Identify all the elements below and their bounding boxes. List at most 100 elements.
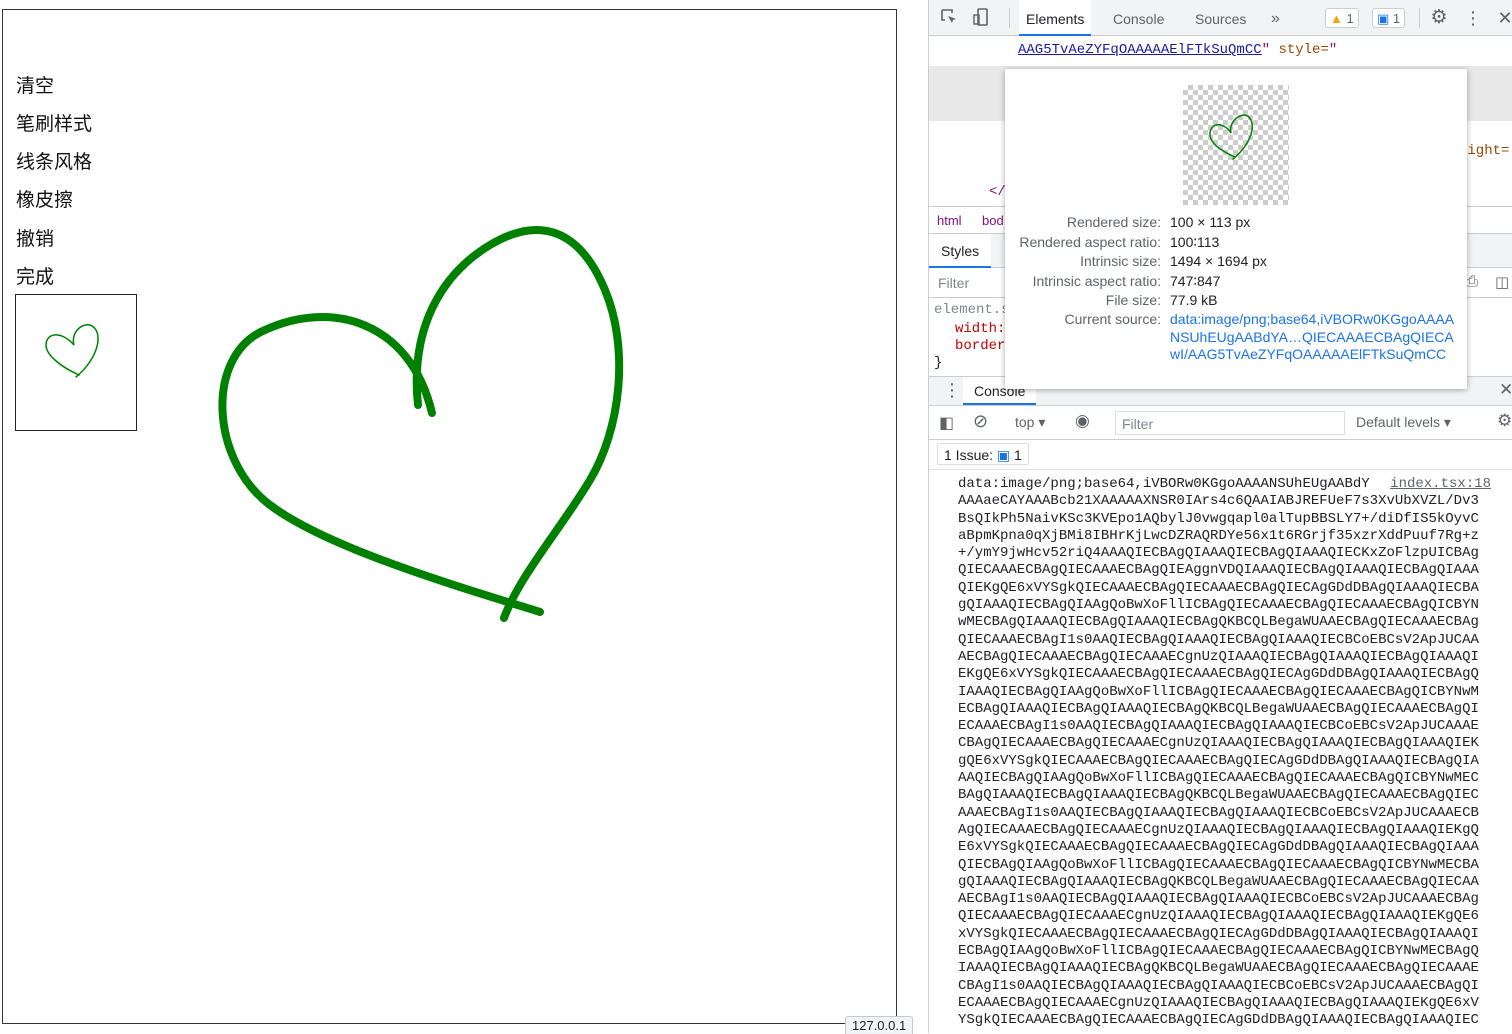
log-line: YSgkQIECAAAECBAgQIECAAAECBAgQIECAgGDdDBA… xyxy=(958,1012,1479,1029)
clear-console-icon[interactable]: ⊘ xyxy=(973,411,988,432)
issue-count: 1 xyxy=(1392,11,1401,26)
issues-badge[interactable]: ▣ 1 xyxy=(1372,8,1406,28)
tooltip-source-label: Current source: xyxy=(1064,311,1161,327)
tooltip-row: Rendered aspect ratio: 100∶113 xyxy=(1005,234,1467,254)
log-line: IAAAQIECBAgQIAAAQIECBAgQKBCQLBegaWUAAECB… xyxy=(958,960,1479,977)
elements-attr-style: style= xyxy=(1278,42,1329,58)
warnings-badge[interactable]: ▲ 1 xyxy=(1325,8,1359,28)
tooltip-value: 77.9 kB xyxy=(1170,292,1218,308)
issue-message-icon: ▣ xyxy=(996,447,1011,463)
log-line: gQE6xVYSgkQIECAAAECBAgQIECAAAECBAgQIECAg… xyxy=(958,752,1479,769)
tooltip-label: Intrinsic aspect ratio: xyxy=(1032,272,1161,289)
tooltip-source-link[interactable]: data:image/png;base64,iVBORw0KGgoAAAANSU… xyxy=(1170,311,1460,364)
tooltip-label: Rendered size: xyxy=(1066,214,1161,230)
log-line: QIECBAgQIAAgQoBwXoFllICBAgQIECAAAECBAgQI… xyxy=(958,856,1479,873)
log-line: QIEKgQE6xVYSgkQIECAAAECBAgQIECAAAECBAgQI… xyxy=(958,579,1479,596)
log-line: aBpmKpna0qXjBMi8IBHrKjLwcDZRAQRDYe56x1t6… xyxy=(958,527,1479,544)
log-line: AgQIECAAAECBAgQIECAAAECgnUzQIAAAQIECBAgQ… xyxy=(958,821,1479,838)
tooltip-row: Intrinsic size: 1494 × 1694 px xyxy=(1005,253,1467,273)
context-value: top xyxy=(1015,414,1035,430)
close-icon[interactable]: ✕ xyxy=(1495,8,1512,28)
image-preview-tooltip: Rendered size: 100 × 113 px Rendered aspec… xyxy=(1005,69,1467,389)
log-line: AAAaeCAYAAABcb21XAAAAAXNSR0IArs4c6QAAIAB… xyxy=(958,493,1479,510)
context-select[interactable]: top ▾ xyxy=(1015,414,1045,431)
tooltip-row: Intrinsic aspect ratio: 747∶847 xyxy=(1005,273,1467,293)
tooltip-value: 100 × 113 px xyxy=(1170,214,1251,230)
message-icon: ▣ xyxy=(1377,11,1390,26)
kebab-menu-icon[interactable]: ⋮ xyxy=(1463,8,1483,28)
log-source-link[interactable]: index.tsx:18 xyxy=(1386,476,1491,492)
chevrons-right-icon[interactable]: » xyxy=(1271,0,1280,36)
log-line: AECBAgQIECAAAECBAgQIECAAAECgnUzQIAAAQIEC… xyxy=(958,648,1479,665)
issues-count: 1 xyxy=(1014,447,1022,463)
drawer-close-icon[interactable]: ✕ xyxy=(1499,380,1512,400)
tab-sources[interactable]: Sources xyxy=(1195,0,1246,36)
log-line: CBAgI1s0AAQIECBAgQIAAAQIECBAgQIAAAQIECBC… xyxy=(958,977,1479,994)
log-levels-value: Default levels xyxy=(1356,414,1441,430)
tab-elements[interactable]: Elements xyxy=(1019,0,1092,36)
console-log: data:image/png;base64,iVBORw0KGgoAAAANSU… xyxy=(929,470,1512,1033)
log-line: xVYSgkQIECAAAECBAgQIECAAAECBAgQIECAgGDdD… xyxy=(958,925,1479,942)
issues-row: 1 Issue: ▣ 1 xyxy=(929,440,1512,470)
log-line: QIECAAAECBAgQIECAAAECgnUzQIAAAQIECBAgQIA… xyxy=(958,908,1479,925)
tooltip-label: Intrinsic size: xyxy=(1080,253,1161,269)
log-line: wMECBAgQIAAAQIECBAgQIAAAQIECBAgQKBCQLBeg… xyxy=(958,614,1479,631)
log-line: ECBAgQIAAgQoBwXoFllICBAgQIECAAAECBAgQIEC… xyxy=(958,943,1479,960)
styles-filter-input[interactable]: Filter xyxy=(938,275,969,291)
log-line: E6xVYSgkQIECAAAECBAgQIECAAAECBAgQIECAgGD… xyxy=(958,839,1479,856)
console-toolbar: ◧ ⊘ top ▾ ◉ Filter Default levels ▾ ⚙ xyxy=(929,406,1512,440)
log-line: gQIAAAQIECBAgQIAAgQoBwXoFllICBAgQIECAAAE… xyxy=(958,597,1479,614)
tooltip-row: File size: 77.9 kB xyxy=(1005,292,1467,312)
log-line: CBAgQIECAAAECBAgQIECAAAECgnUzQIAAAQIECBA… xyxy=(958,735,1479,752)
console-settings-icon[interactable]: ⚙ xyxy=(1497,411,1512,431)
console-message: data:image/png;base64,iVBORw0KGgoAAAANSU… xyxy=(958,476,1498,1030)
tooltip-value: 100∶113 xyxy=(1170,233,1220,250)
console-filter-input[interactable]: Filter xyxy=(1115,411,1345,435)
log-line: AECBAgI1s0AAQIECBAgQIAAAQIECBAgQIAAAQIEC… xyxy=(958,891,1479,908)
tooltip-row: Rendered size: 100 × 113 px xyxy=(1005,214,1467,234)
heart-drawing xyxy=(218,226,624,622)
tooltip-label: File size: xyxy=(1105,292,1161,308)
issues-label: 1 Issue: xyxy=(944,447,994,463)
style-close-brace: } xyxy=(934,355,943,371)
log-line: IAAAQIECBAgQIAAgQoBwXoFllICBAgQIECAAAECB… xyxy=(958,683,1479,700)
image-preview xyxy=(1183,85,1289,205)
status-url: 127.0.0.1 xyxy=(845,1016,914,1034)
elements-close-tag: </ xyxy=(989,184,1006,200)
breadcrumb-body[interactable]: bod xyxy=(982,213,1004,228)
gear-icon[interactable]: ⚙ xyxy=(1429,8,1449,28)
page-area: 清空 笔刷样式 线条风格 橡皮擦 撤销 完成 127.0.0.1 xyxy=(0,0,928,1034)
log-line: QIECAAAECBAgI1s0AAQIECBAgQIAAAQIECBAgQIA… xyxy=(958,631,1479,648)
breadcrumb-html[interactable]: html xyxy=(937,213,962,228)
inspect-icon[interactable] xyxy=(939,8,959,28)
tab-styles[interactable]: Styles xyxy=(929,234,992,268)
heart-preview-icon xyxy=(1209,114,1254,160)
elements-src-value[interactable]: AAG5TvAeZYFqOAAAAAElFTkSuQmCC xyxy=(1018,42,1262,58)
log-levels-select[interactable]: Default levels ▾ xyxy=(1356,414,1451,431)
log-line: ECAAAECBAgQIECAAAECgnUzQIAAAQIECBAgQIAAA… xyxy=(958,994,1479,1011)
log-line: +/ymY9jwHcv52riQ4AAAQIECBAgQIAAAQIECBAgQ… xyxy=(958,545,1479,562)
log-line: QIECAAAECBAgQIECAAAECBAgQIEAggnVDQIAAAQI… xyxy=(958,562,1479,579)
warning-icon: ▲ xyxy=(1330,11,1343,26)
print-icon[interactable]: ⎙ xyxy=(1466,273,1478,290)
console-filter-placeholder: Filter xyxy=(1122,416,1154,432)
tab-console[interactable]: Console xyxy=(1113,0,1164,36)
style-prop-border[interactable]: border xyxy=(955,338,1005,354)
style-selector: element.s xyxy=(934,302,1010,318)
log-line: BAgQIAAAQIECBAgQIAAAQIECBAgQKBCQLBegaWUA… xyxy=(958,787,1479,804)
sidebar-toggle-icon[interactable]: ◫ xyxy=(1495,273,1509,291)
devtools-tabbar: Elements Console Sources » ▲ 1 ▣ 1 ⚙ ⋮ ✕ xyxy=(929,0,1512,36)
drawer-menu-icon[interactable]: ⋮ xyxy=(943,380,961,401)
tooltip-value: 1494 × 1694 px xyxy=(1170,253,1267,269)
issues-button[interactable]: 1 Issue: ▣ 1 xyxy=(937,443,1029,465)
log-line: AAQIECBAgQIAAgQoBwXoFllICBAgQIECAAAECBAg… xyxy=(958,770,1479,787)
heart-stroke xyxy=(218,226,624,622)
log-line: EKgQE6xVYSgkQIECAAAECBAgQIECAAAECBAgQIEC… xyxy=(958,666,1479,683)
eye-icon[interactable]: ◉ xyxy=(1075,411,1090,431)
tooltip-label: Rendered aspect ratio: xyxy=(1019,233,1161,250)
log-line: ECBAgQIAAAQIECBAgQIAAAQIECBAgQKBCQLBegaW… xyxy=(958,700,1479,717)
device-toolbar-icon[interactable] xyxy=(971,8,991,28)
log-line: BsQIkPh5NaivKSc3KVEpo1AQbylJ0vwgqapl0alT… xyxy=(958,510,1479,527)
sidebar-icon[interactable]: ◧ xyxy=(939,413,954,433)
style-prop-width[interactable]: width: xyxy=(955,321,1005,337)
